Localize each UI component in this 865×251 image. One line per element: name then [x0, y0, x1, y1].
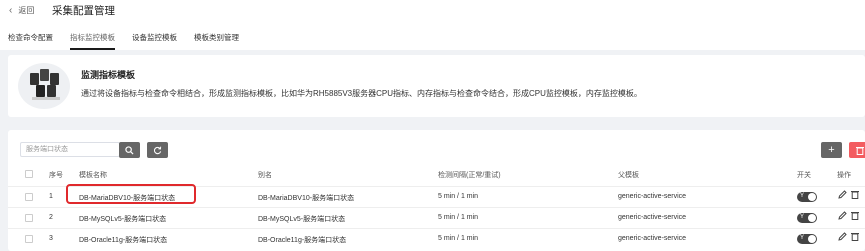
edit-button[interactable]	[838, 232, 847, 243]
info-banner: 监测指标模板 通过将设备指标与检查命令相结合，形成监测指标模板，比如华为RH58…	[8, 55, 865, 117]
row-checkbox[interactable]	[25, 235, 33, 243]
edit-button[interactable]	[838, 190, 847, 201]
row-parent: generic-active-service	[618, 235, 687, 242]
row-alias: DB-MariaDBV10-服务端口状态	[258, 195, 355, 202]
edit-button[interactable]	[838, 211, 847, 222]
tab-template-category[interactable]: 模板类别管理	[194, 32, 239, 48]
enable-toggle[interactable]: Y	[797, 234, 817, 244]
col-name: 模板名称	[79, 172, 107, 179]
banner-title: 监测指标模板	[81, 70, 136, 80]
search-button[interactable]	[119, 142, 140, 158]
refresh-icon	[153, 146, 162, 154]
highlight-annotation	[66, 184, 196, 204]
col-no: 序号	[49, 172, 63, 179]
row-alias: DB-Oracle11g-服务端口状态	[258, 237, 347, 244]
banner-description: 通过将设备指标与检查命令相结合，形成监测指标模板，比如华为RH5885V3服务器…	[81, 89, 642, 98]
row-checkbox[interactable]	[25, 193, 33, 201]
col-interval: 检测间隔(正常/重试)	[438, 172, 501, 179]
enable-toggle[interactable]: Y	[797, 192, 817, 202]
search-icon	[125, 145, 134, 155]
row-interval: 5 min / 1 min	[438, 193, 479, 200]
refresh-button[interactable]	[147, 142, 168, 158]
row-parent: generic-active-service	[618, 214, 687, 221]
row-delete-button[interactable]	[851, 190, 859, 201]
tab-bar: 检查命令配置 指标监控模板 设备监控模板 模板类别管理	[0, 30, 865, 50]
pencil-icon	[838, 190, 847, 199]
row-name[interactable]: DB-MySQLv5-服务端口状态	[79, 214, 166, 224]
table-row[interactable]: 3 DB-Oracle11g-服务端口状态 DB-Oracle11g-服务端口状…	[8, 228, 865, 249]
select-all-checkbox[interactable]	[25, 170, 33, 178]
row-parent: generic-active-service	[618, 193, 687, 200]
row-interval: 5 min / 1 min	[438, 214, 479, 221]
row-delete-button[interactable]	[851, 232, 859, 243]
pencil-icon	[838, 232, 847, 241]
back-label: 返回	[18, 6, 35, 15]
trash-icon	[851, 191, 859, 199]
delete-button[interactable]	[849, 142, 865, 158]
enable-toggle[interactable]: Y	[797, 213, 817, 223]
tab-device-template[interactable]: 设备监控模板	[132, 32, 177, 48]
row-no: 2	[49, 214, 53, 221]
tab-metric-template[interactable]: 指标监控模板	[70, 32, 115, 50]
row-name[interactable]: DB-Oracle11g-服务端口状态	[79, 235, 167, 245]
tab-check-command[interactable]: 检查命令配置	[8, 32, 53, 48]
row-checkbox[interactable]	[25, 214, 33, 222]
col-parent: 父模板	[618, 172, 639, 179]
server-illustration	[18, 63, 70, 109]
col-switch: 开关	[797, 172, 811, 179]
trash-icon	[851, 212, 859, 220]
table-row[interactable]: 2 DB-MySQLv5-服务端口状态 DB-MySQLv5-服务端口状态 5 …	[8, 207, 865, 228]
row-delete-button[interactable]	[851, 211, 859, 222]
row-interval: 5 min / 1 min	[438, 235, 479, 242]
row-alias: DB-MySQLv5-服务端口状态	[258, 216, 346, 223]
pencil-icon	[838, 211, 847, 220]
page-title: 采集配置管理	[52, 5, 115, 17]
row-no: 3	[49, 235, 53, 242]
search-input[interactable]: 服务端口状态	[20, 142, 120, 157]
trash-icon	[851, 233, 859, 241]
add-button[interactable]: +	[821, 142, 842, 158]
col-actions: 操作	[837, 172, 851, 179]
chevron-left-icon: ‹	[9, 5, 13, 16]
top-bar: ‹ 返回 采集配置管理 检查命令配置 指标监控模板 设备监控模板 模板类别管理	[0, 0, 865, 50]
trash-icon	[855, 146, 864, 155]
col-alias: 别名	[258, 172, 272, 179]
back-button[interactable]: ‹ 返回	[9, 5, 34, 16]
row-no: 1	[49, 193, 53, 200]
plus-icon: +	[828, 144, 835, 156]
